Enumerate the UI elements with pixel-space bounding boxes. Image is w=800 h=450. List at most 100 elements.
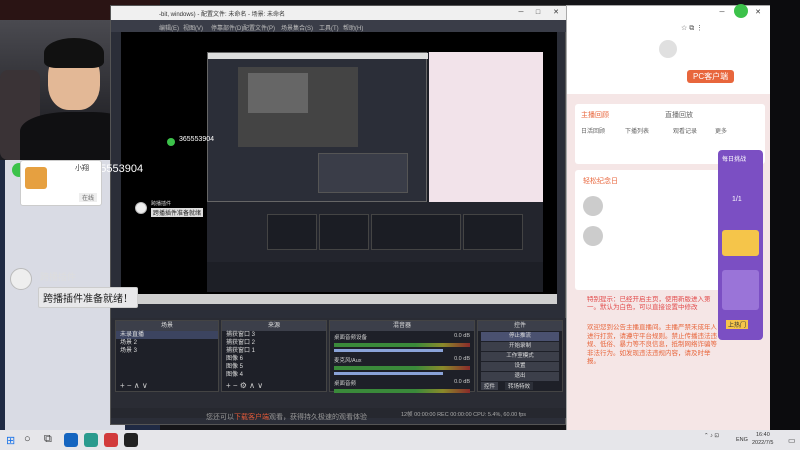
obs-docks: 场景 未录直播 场景 2 场景 3 + − ∧ ∨ 来源 捕获窗口 3 捕获窗口…: [111, 318, 567, 408]
user-card-button[interactable]: 在线: [79, 193, 98, 202]
mixer-panel: 混音器 桌面音频设备 0.0 dB 麦克风/Aux 0.0 dB 桌面音频 0.0 d…: [329, 320, 475, 393]
scenes-panel: 场景 未录直播 场景 2 场景 3 + − ∧ ∨: [115, 320, 219, 392]
volume-slider[interactable]: [334, 349, 443, 352]
clock-date: 2022/7/5: [752, 440, 774, 446]
source-item[interactable]: 捕获窗口 3: [222, 331, 326, 339]
plugin-avatar: [10, 268, 32, 290]
event-side-panel[interactable]: 每日挑战 1/1 上热门: [718, 150, 763, 340]
download-prompt: 您还可以下载客户端观看，获得持久极速的观看体验: [206, 412, 526, 422]
subtab-daily[interactable]: 日活回顾: [581, 126, 605, 135]
download-client-link[interactable]: 下载客户端: [234, 414, 269, 421]
studio-mode-button[interactable]: 工作室模式: [481, 352, 559, 361]
source-item[interactable]: 图像 6: [222, 355, 326, 363]
pc-client-button[interactable]: PC客户端: [687, 70, 735, 83]
anniversary-card: 轻松纪念日: [575, 170, 725, 290]
transitions-tab[interactable]: 转场特效: [505, 382, 534, 390]
menu-scene-collection[interactable]: 场景集合(S): [281, 23, 313, 32]
source-item[interactable]: 图像 5: [222, 363, 326, 371]
special-notice: 特别提示：已经开启主页，使用新版进入第一。默认为白色，可以直接设置中修改: [587, 296, 711, 311]
obs-icon[interactable]: [124, 433, 138, 447]
maximize-button[interactable]: □: [533, 8, 543, 17]
scene-item[interactable]: 场景 2: [116, 339, 218, 347]
controls-tab[interactable]: 控件: [481, 382, 499, 390]
mirror-frame-2: [238, 67, 358, 147]
stop-streaming-button[interactable]: 停止推流: [481, 332, 559, 341]
chrome-icon[interactable]: [64, 433, 78, 447]
browser-minimize[interactable]: ─: [717, 8, 727, 17]
rank-avatar: [583, 226, 603, 246]
menu-docks[interactable]: 停靠部件(D): [211, 23, 243, 32]
mirror-mixer: [318, 153, 408, 193]
taskbar: ⊞ ○ ⧉ ⌃ ♪ ⊡ ENG 16:40 2022/7/5 ▭: [0, 430, 800, 450]
mixer-channel: 桌面音频设备 0.0 dB: [334, 333, 470, 341]
plugin-name-small: 跨播插件: [151, 201, 172, 207]
app-icon[interactable]: [84, 433, 98, 447]
sources-header: 来源: [222, 321, 326, 331]
mirror-titlebar: [208, 53, 428, 59]
desktop-edge: [770, 0, 800, 430]
browser-icons[interactable]: ☆ ⧉ ⋮: [681, 24, 703, 33]
prompt-suffix: 观看，获得持久极速的观看体验: [269, 414, 367, 421]
scene-item[interactable]: 场景 3: [116, 347, 218, 355]
language-indicator[interactable]: ENG: [736, 437, 748, 443]
obs-title-bar: -bit, windows) - 配置文件: 未命名 - 场景: 未命名: [111, 6, 567, 20]
side-panel-count: 1/1: [732, 196, 742, 203]
source-item[interactable]: 捕获窗口 1: [222, 347, 326, 355]
browser-close[interactable]: ✕: [753, 8, 763, 17]
mixer-channel: 桌面音频 0.0 dB: [334, 379, 470, 387]
subtab-history[interactable]: 观看记录: [673, 126, 697, 135]
side-panel-button[interactable]: 上热门: [726, 320, 749, 329]
menu-view[interactable]: 视图(V): [183, 23, 203, 32]
source-item[interactable]: 捕获窗口 2: [222, 339, 326, 347]
volume-meter: [334, 343, 470, 347]
side-panel-title: 每日挑战: [722, 157, 747, 163]
obs-preview[interactable]: 365553904 跨播插件 跨播插件准备就绪: [121, 32, 557, 294]
menu-profile[interactable]: 配置文件(P): [243, 23, 275, 32]
volume-meter: [334, 366, 470, 370]
notification-icon[interactable]: ▭: [788, 436, 796, 445]
obs-menu-bar: 编辑(E) 视图(V) 停靠部件(D) 配置文件(P) 场景集合(S) 工具(T…: [111, 20, 567, 32]
search-icon[interactable]: ○: [24, 433, 31, 445]
obs-window-title: -bit, windows) - 配置文件: 未命名 - 场景: 未命名: [159, 12, 286, 18]
side-panel-card[interactable]: [722, 270, 759, 310]
user-avatar[interactable]: [659, 40, 677, 58]
start-recording-button[interactable]: 开始录制: [481, 342, 559, 351]
streamer-hair: [44, 38, 104, 68]
source-item[interactable]: 图像 4: [222, 371, 326, 379]
exit-button[interactable]: 退出: [481, 372, 559, 381]
menu-edit[interactable]: 编辑(E): [159, 23, 179, 32]
volume-slider[interactable]: [334, 372, 443, 375]
rank-avatar: [583, 196, 603, 216]
source-toolbar[interactable]: + − ⚙ ∧ ∨: [226, 381, 263, 390]
app-icon[interactable]: [104, 433, 118, 447]
start-icon[interactable]: ⊞: [6, 434, 15, 447]
close-button[interactable]: ✕: [551, 8, 561, 17]
preview-capture: [207, 52, 543, 292]
user-card[interactable]: 小翔 在线: [20, 160, 102, 206]
controls-header: 控件: [478, 321, 562, 331]
settings-button[interactable]: 设置: [481, 362, 559, 371]
user-card-name: 小翔: [75, 165, 89, 172]
plugin-avatar-small: [135, 202, 147, 214]
tray-icons[interactable]: ⌃ ♪ ⊡: [704, 433, 719, 439]
scene-item[interactable]: 未录直播: [116, 331, 218, 339]
subtab-more[interactable]: 更多: [715, 126, 727, 135]
tab-anchor-review[interactable]: 主播回顾: [581, 110, 609, 120]
task-view-icon[interactable]: ⧉: [44, 433, 52, 446]
side-panel-card[interactable]: [722, 230, 759, 256]
plugin-message: 跨播插件准备就绪！: [38, 287, 138, 308]
page-header: PC客户端: [567, 34, 771, 94]
mixer-header: 混音器: [330, 321, 474, 331]
mixer-channel: 麦克风/Aux 0.0 dB: [334, 356, 470, 364]
obs-window: -bit, windows) - 配置文件: 未命名 - 场景: 未命名 ─ □…: [110, 5, 567, 425]
minimize-button[interactable]: ─: [516, 8, 526, 17]
subtab-list[interactable]: 下播列表: [625, 126, 649, 135]
wechat-tray-icon[interactable]: [734, 4, 748, 18]
scene-toolbar[interactable]: + − ∧ ∨: [120, 381, 148, 390]
menu-tools[interactable]: 工具(T): [319, 23, 339, 32]
wechat-id-small: 365553904: [179, 136, 215, 143]
mirror-frame-3: [248, 73, 308, 113]
tab-replay[interactable]: 直播回放: [665, 110, 693, 120]
menu-help[interactable]: 帮助(H): [343, 23, 363, 32]
mirror-sources: [319, 214, 369, 250]
